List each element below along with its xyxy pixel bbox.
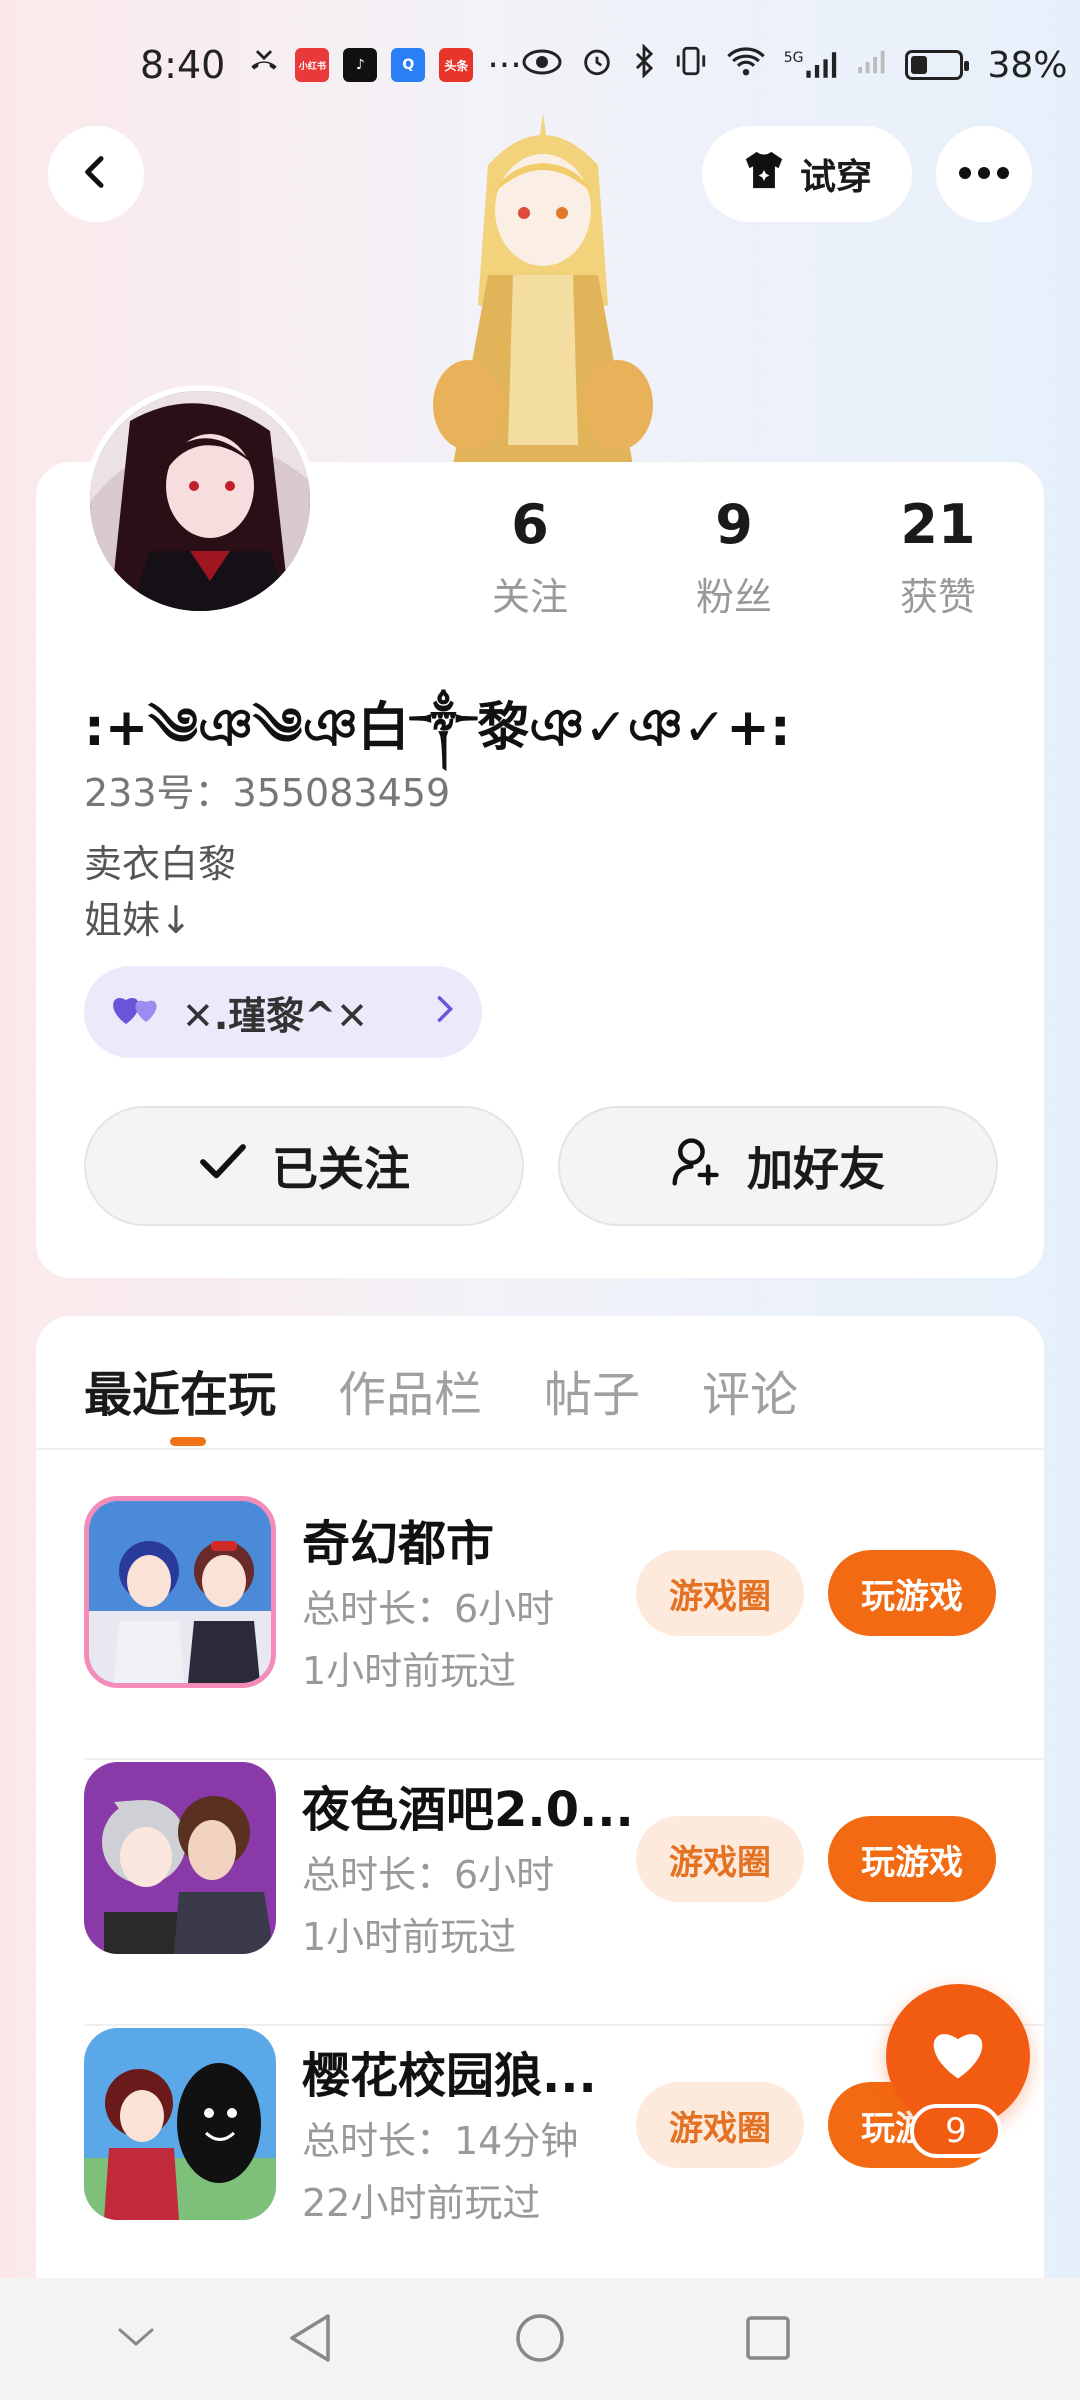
bluetooth-icon	[632, 42, 656, 87]
profile-tabs: 最近在玩 作品栏 帖子 评论	[84, 1350, 798, 1430]
add-friend-button[interactable]: 加好友	[558, 1106, 998, 1226]
game-last-played: 22小时前玩过	[302, 2181, 541, 2225]
bio-line-2: 姐妹↓	[84, 898, 192, 942]
chevron-down-icon	[116, 2326, 156, 2354]
tab-works[interactable]: 作品栏	[338, 1355, 482, 1425]
heart-icon	[928, 2027, 988, 2085]
signal-icon: 5G	[784, 50, 840, 80]
fans-count: 9	[715, 493, 753, 556]
game-circle-button[interactable]: 游戏圈	[636, 2082, 804, 2168]
following-count: 6	[511, 493, 549, 556]
chevron-left-icon	[76, 152, 116, 196]
game-icon-yinghua-xiaoyuan[interactable]	[84, 2028, 276, 2220]
triangle-back-icon	[286, 2312, 334, 2368]
user-id[interactable]: 233号：355083459	[84, 762, 450, 817]
system-nav-bar	[0, 2278, 1080, 2400]
signal-icon-2	[857, 45, 887, 86]
game-title: 夜色酒吧2.0...	[302, 1782, 634, 1838]
toutiao-icon: 头条	[439, 48, 474, 82]
nav-home-button[interactable]	[508, 2308, 572, 2372]
tab-recently-played[interactable]: 最近在玩	[84, 1355, 276, 1425]
tab-comments[interactable]: 评论	[702, 1355, 798, 1425]
heart-pair-icon	[112, 990, 162, 1035]
missed-call-icon	[247, 44, 281, 87]
alarm-icon	[580, 44, 614, 87]
relation-chip-label: ✕.瑾黎^✕	[182, 993, 368, 1038]
character-avatar-image	[428, 105, 658, 465]
nav-recents-button[interactable]	[736, 2308, 800, 2372]
followed-button[interactable]: 已关注	[84, 1106, 524, 1226]
game-duration: 总时长：6小时	[302, 1587, 555, 1631]
game-row[interactable]: 夜色酒吧2.0... 总时长：6小时 1小时前玩过 游戏圈 玩游戏	[84, 1762, 1044, 2026]
back-button[interactable]	[48, 126, 144, 222]
add-user-icon	[671, 1135, 723, 1198]
eye-icon	[522, 45, 562, 86]
more-dots-icon	[958, 165, 1010, 184]
nav-collapse-button[interactable]	[104, 2308, 168, 2372]
tabs-divider	[36, 1448, 1044, 1450]
chevron-right-icon	[436, 992, 454, 1032]
relation-chip[interactable]: ✕.瑾黎^✕	[84, 966, 482, 1058]
tab-posts[interactable]: 帖子	[544, 1355, 640, 1425]
game-circle-button[interactable]: 游戏圈	[636, 1550, 804, 1636]
qq-browser-icon: Q	[391, 48, 426, 82]
wifi-icon	[726, 45, 766, 86]
vibrate-icon	[674, 44, 708, 87]
game-duration: 总时长：14分钟	[302, 2119, 579, 2163]
active-tab-indicator	[170, 1437, 206, 1446]
followed-label: 已关注	[272, 1142, 410, 1196]
stat-following[interactable]: 6 关注	[440, 490, 620, 621]
try-on-label: 试穿	[799, 157, 872, 198]
likes-count: 21	[900, 493, 976, 556]
stat-fans[interactable]: 9 粉丝	[644, 490, 824, 621]
battery-icon	[905, 50, 970, 80]
more-options-button[interactable]	[936, 126, 1032, 222]
nav-back-button[interactable]	[278, 2308, 342, 2372]
game-row[interactable]: 奇幻都市 总时长：6小时 1小时前玩过 游戏圈 玩游戏	[84, 1496, 1044, 1760]
network-type: 5G	[783, 50, 804, 66]
play-game-button[interactable]: 玩游戏	[828, 1816, 996, 1902]
following-label: 关注	[491, 575, 568, 619]
row-divider	[84, 1758, 1044, 1760]
xiaohongshu-icon: 小红书	[295, 48, 330, 82]
game-icon-yese-jiuba[interactable]	[84, 1762, 276, 1954]
check-icon	[198, 1139, 248, 1193]
game-duration: 总时长：6小时	[302, 1853, 555, 1897]
game-title: 樱花校园狼...	[302, 2048, 597, 2104]
bio-line-1: 卖衣白黎	[84, 842, 237, 886]
like-count-badge: 9	[910, 2104, 1002, 2158]
square-recents-icon	[744, 2314, 792, 2366]
stat-likes[interactable]: 21 获赞	[848, 490, 1028, 621]
likes-label: 获赞	[899, 575, 976, 619]
bio: 卖衣白黎 姐妹↓	[84, 836, 236, 948]
tiktok-icon: ♪	[343, 48, 378, 82]
add-friend-label: 加好友	[747, 1142, 885, 1196]
circle-home-icon	[514, 2312, 566, 2368]
game-circle-button[interactable]: 游戏圈	[636, 1816, 804, 1902]
profile-stats: 6 关注 9 粉丝 21 获赞	[440, 490, 1030, 620]
more-notifications-icon: ···	[487, 44, 522, 86]
game-last-played: 1小时前玩过	[302, 1649, 517, 1693]
status-time: 8:40	[140, 43, 226, 87]
battery-percent: 38%	[987, 44, 1068, 86]
play-game-button[interactable]: 玩游戏	[828, 1550, 996, 1636]
fans-label: 粉丝	[695, 575, 772, 619]
try-on-button[interactable]: 试穿	[702, 126, 912, 222]
profile-avatar[interactable]	[84, 385, 316, 617]
game-last-played: 1小时前玩过	[302, 1915, 517, 1959]
tshirt-icon	[742, 150, 786, 199]
game-title: 奇幻都市	[302, 1516, 495, 1572]
game-icon-qihuan-dushi[interactable]	[84, 1496, 276, 1688]
